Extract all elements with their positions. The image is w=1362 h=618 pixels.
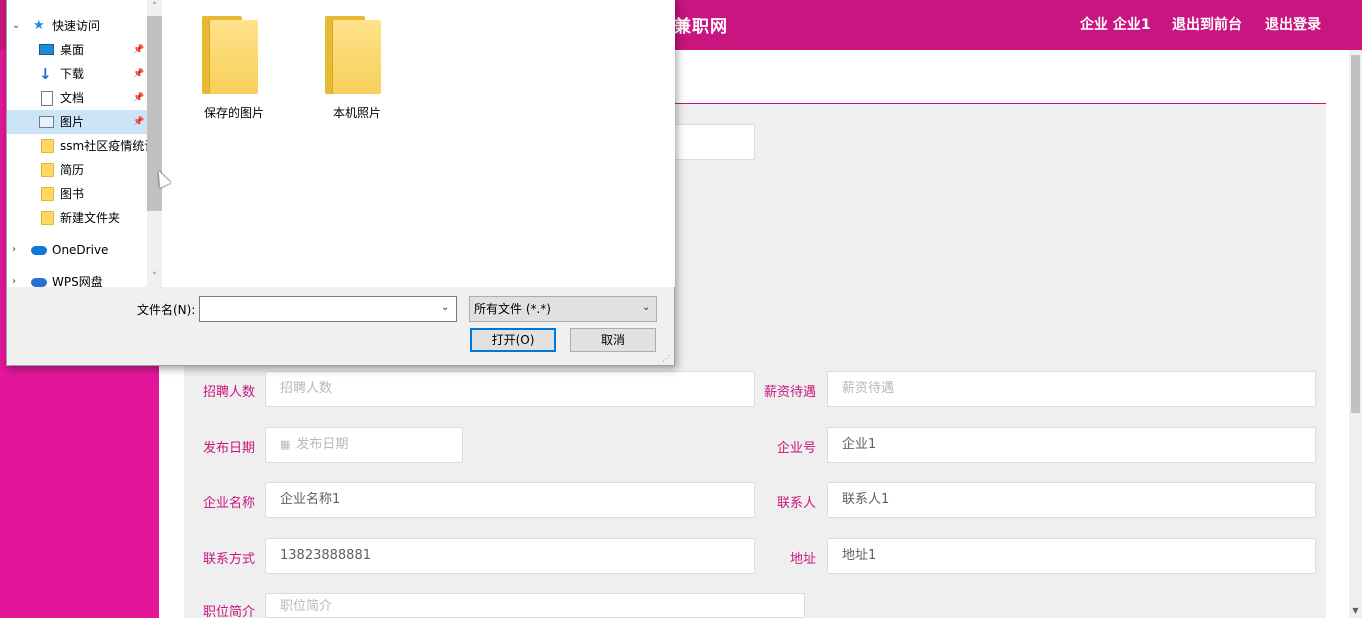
- job-intro-input[interactable]: 职位简介: [265, 593, 805, 618]
- file-item-label[interactable]: 本机照片: [312, 104, 402, 121]
- download-icon: ↓: [39, 65, 52, 83]
- scroll-down-arrow-icon[interactable]: ▼: [1349, 604, 1362, 618]
- nav-item-folder-ssm[interactable]: ssm社区疫情统计: [7, 134, 156, 158]
- filename-input[interactable]: [199, 296, 457, 322]
- label-recruit-count: 招聘人数: [202, 385, 255, 400]
- label-salary: 薪资待遇: [763, 385, 816, 400]
- nav-item-desktop[interactable]: 桌面 📌: [7, 38, 147, 62]
- calendar-icon: ▦: [280, 438, 291, 451]
- chevron-down-icon[interactable]: ⌄: [642, 302, 650, 313]
- nav-item-downloads[interactable]: ↓ 下载 📌: [7, 62, 147, 86]
- address-input[interactable]: 地址1: [827, 538, 1316, 574]
- nav-item-folder-books[interactable]: 图书: [7, 182, 147, 206]
- nav-item-folder-new[interactable]: 新建文件夹: [7, 206, 147, 230]
- document-icon: [41, 91, 53, 106]
- nav-item-folder-resume[interactable]: 简历: [7, 158, 147, 182]
- chevron-down-icon[interactable]: ⌄: [441, 302, 449, 313]
- chevron-up-icon[interactable]: ˄: [147, 0, 162, 15]
- folder-icon: [333, 20, 381, 94]
- pin-icon: 📌: [133, 45, 145, 55]
- label-job-intro: 职位简介: [202, 605, 255, 618]
- folder-icon: [41, 139, 54, 153]
- contact-person-input[interactable]: 联系人1: [827, 482, 1316, 518]
- nav-item-documents[interactable]: 文档 📌: [7, 86, 147, 110]
- folder-icon: [41, 187, 54, 201]
- label-company-name: 企业名称: [202, 496, 255, 511]
- company-name-input[interactable]: 企业名称1: [265, 482, 755, 518]
- open-button[interactable]: 打开(O): [470, 328, 556, 352]
- nav-item-label: 下载: [60, 67, 85, 81]
- chevron-right-icon[interactable]: ›: [12, 238, 16, 262]
- nav-user[interactable]: 企业 企业1: [1080, 14, 1151, 34]
- label-phone: 联系方式: [202, 552, 255, 567]
- label-company-id: 企业号: [776, 441, 816, 456]
- nav-onedrive-label: OneDrive: [52, 243, 109, 257]
- resize-grip-icon[interactable]: ⋰: [662, 354, 670, 363]
- folder-icon: [210, 20, 258, 94]
- publish-date-input[interactable]: ▦ 发布日期: [265, 427, 463, 463]
- label-publish-date: 发布日期: [202, 441, 255, 456]
- recruit-count-input[interactable]: 招聘人数: [265, 371, 755, 407]
- nav-item-label: 新建文件夹: [60, 211, 121, 225]
- label-contact-person: 联系人: [776, 496, 816, 511]
- nav-item-label: 图书: [60, 187, 85, 201]
- site-title: 兼职网: [674, 17, 728, 37]
- page-scrollbar-thumb[interactable]: [1351, 55, 1360, 413]
- chevron-down-icon[interactable]: ˅: [147, 270, 162, 285]
- nav-item-label: ssm社区疫情统计: [60, 139, 157, 153]
- desktop-icon: [39, 44, 54, 55]
- phone-input[interactable]: 13823888881: [265, 538, 755, 574]
- filename-label: 文件名(N):: [137, 303, 196, 317]
- pin-icon: 📌: [133, 117, 145, 127]
- nav-item-label: 文档: [60, 91, 85, 105]
- nav-onedrive[interactable]: › OneDrive: [7, 238, 147, 262]
- company-id-input[interactable]: 企业1: [827, 427, 1316, 463]
- nav-item-pictures[interactable]: 图片 📌: [7, 110, 147, 134]
- nav-quick-access-label: 快速访问: [52, 19, 101, 33]
- label-address: 地址: [789, 552, 816, 567]
- filetype-select[interactable]: 所有文件 (*.*): [469, 296, 657, 322]
- chevron-down-icon[interactable]: ⌄: [12, 14, 20, 38]
- nav-item-label: 简历: [60, 163, 85, 177]
- nav-logout[interactable]: 退出登录: [1265, 14, 1321, 34]
- nav-exit-front[interactable]: 退出到前台: [1172, 14, 1242, 34]
- pin-icon: 📌: [133, 69, 145, 79]
- cancel-button[interactable]: 取消: [570, 328, 656, 352]
- publish-date-placeholder: 发布日期: [296, 437, 349, 452]
- cloud-icon: [31, 278, 47, 287]
- nav-item-label: 桌面: [60, 43, 85, 57]
- nav-item-label: 图片: [60, 115, 85, 129]
- chevron-right-icon[interactable]: ›: [12, 270, 16, 287]
- pin-icon: 📌: [133, 93, 145, 103]
- file-item-saved-pictures[interactable]: [202, 16, 258, 96]
- folder-icon: [41, 211, 54, 225]
- file-item-camera-roll[interactable]: [325, 16, 381, 96]
- nav-quick-access[interactable]: ⌄ ★ 快速访问: [7, 14, 147, 38]
- folder-icon: [41, 163, 54, 177]
- file-item-label[interactable]: 保存的图片: [189, 104, 279, 121]
- nav-wps[interactable]: › WPS网盘: [7, 270, 147, 287]
- pictures-icon: [39, 116, 54, 128]
- salary-input[interactable]: 薪资待遇: [827, 371, 1316, 407]
- star-icon: ★: [33, 18, 45, 33]
- nav-wps-label: WPS网盘: [52, 275, 103, 287]
- cloud-icon: [31, 246, 47, 255]
